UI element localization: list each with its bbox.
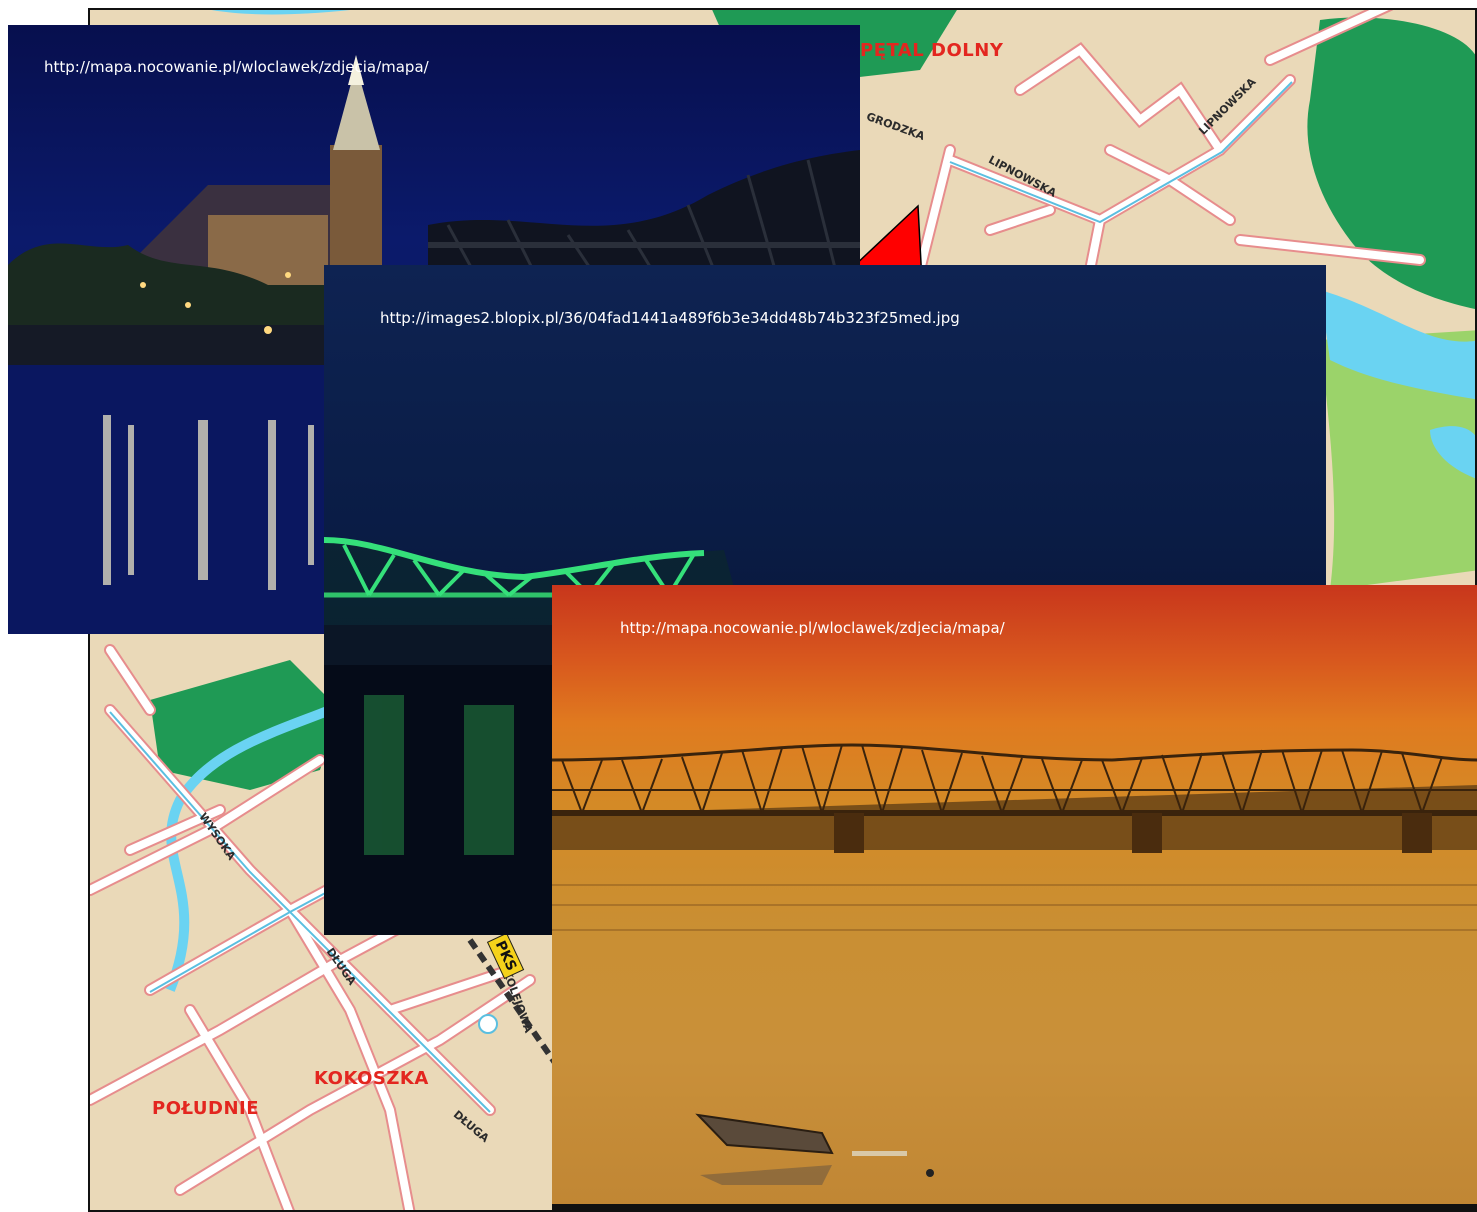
district-label-poludnie: POŁUDNIE <box>152 1098 260 1119</box>
park-area-east <box>1307 17 1475 309</box>
photo-sunset-bridge: http://mapa.nocowanie.pl/wloclawek/zdjec… <box>552 585 1477 1212</box>
river-north <box>211 10 350 15</box>
district-label-kokoszka: KOKOSZKA <box>314 1068 429 1089</box>
photo-source-url[interactable]: http://mapa.nocowanie.pl/wloclawek/zdjec… <box>620 619 1005 637</box>
photo-source-url[interactable]: http://images2.blopix.pl/36/04fad1441a48… <box>380 309 960 327</box>
photo-source-url[interactable]: http://mapa.nocowanie.pl/wloclawek/zdjec… <box>44 58 429 76</box>
district-label-petal-dolny: PĘTAL DOLNY <box>860 40 1004 61</box>
photo-sunset-bridge-scene <box>552 743 1477 1212</box>
